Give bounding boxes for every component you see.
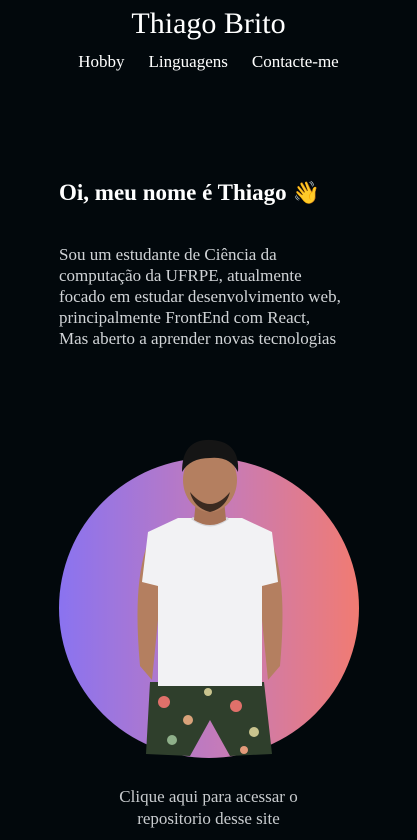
nav-link-contacte-me[interactable]: Contacte-me bbox=[252, 52, 339, 72]
nav-link-linguagens[interactable]: Linguagens bbox=[149, 52, 228, 72]
page: Thiago Brito Hobby Linguagens Contacte-m… bbox=[0, 0, 417, 840]
nav-link-hobby[interactable]: Hobby bbox=[78, 52, 124, 72]
intro-line: principalmente FrontEnd com React, bbox=[59, 308, 311, 327]
greeting-heading: Oi, meu nome é Thiago 👋 bbox=[59, 178, 320, 209]
repo-link[interactable]: Clique aqui para acessar o repositorio d… bbox=[0, 786, 417, 830]
greeting-text: Oi, meu nome é Thiago bbox=[59, 180, 287, 205]
intro-line: computação da UFRPE, atualmente bbox=[59, 266, 302, 285]
intro-line: Sou um estudante de Ciência da bbox=[59, 245, 277, 264]
site-title: Thiago Brito bbox=[131, 7, 286, 40]
profile-hero bbox=[40, 420, 380, 760]
main-nav: Hobby Linguagens Contacte-me bbox=[0, 52, 417, 72]
intro-line: Mas aberto a aprender novas tecnologias bbox=[59, 329, 337, 348]
intro-line: focado em estudar desenvolvimento web, bbox=[59, 287, 341, 306]
repo-link-line: Clique aqui para acessar o bbox=[119, 787, 298, 806]
profile-photo bbox=[137, 439, 283, 756]
waving-hand-icon: 👋 bbox=[292, 181, 321, 206]
intro-paragraph: Sou um estudante de Ciência da computaçã… bbox=[59, 244, 369, 349]
repo-link-line: repositorio desse site bbox=[137, 809, 280, 828]
